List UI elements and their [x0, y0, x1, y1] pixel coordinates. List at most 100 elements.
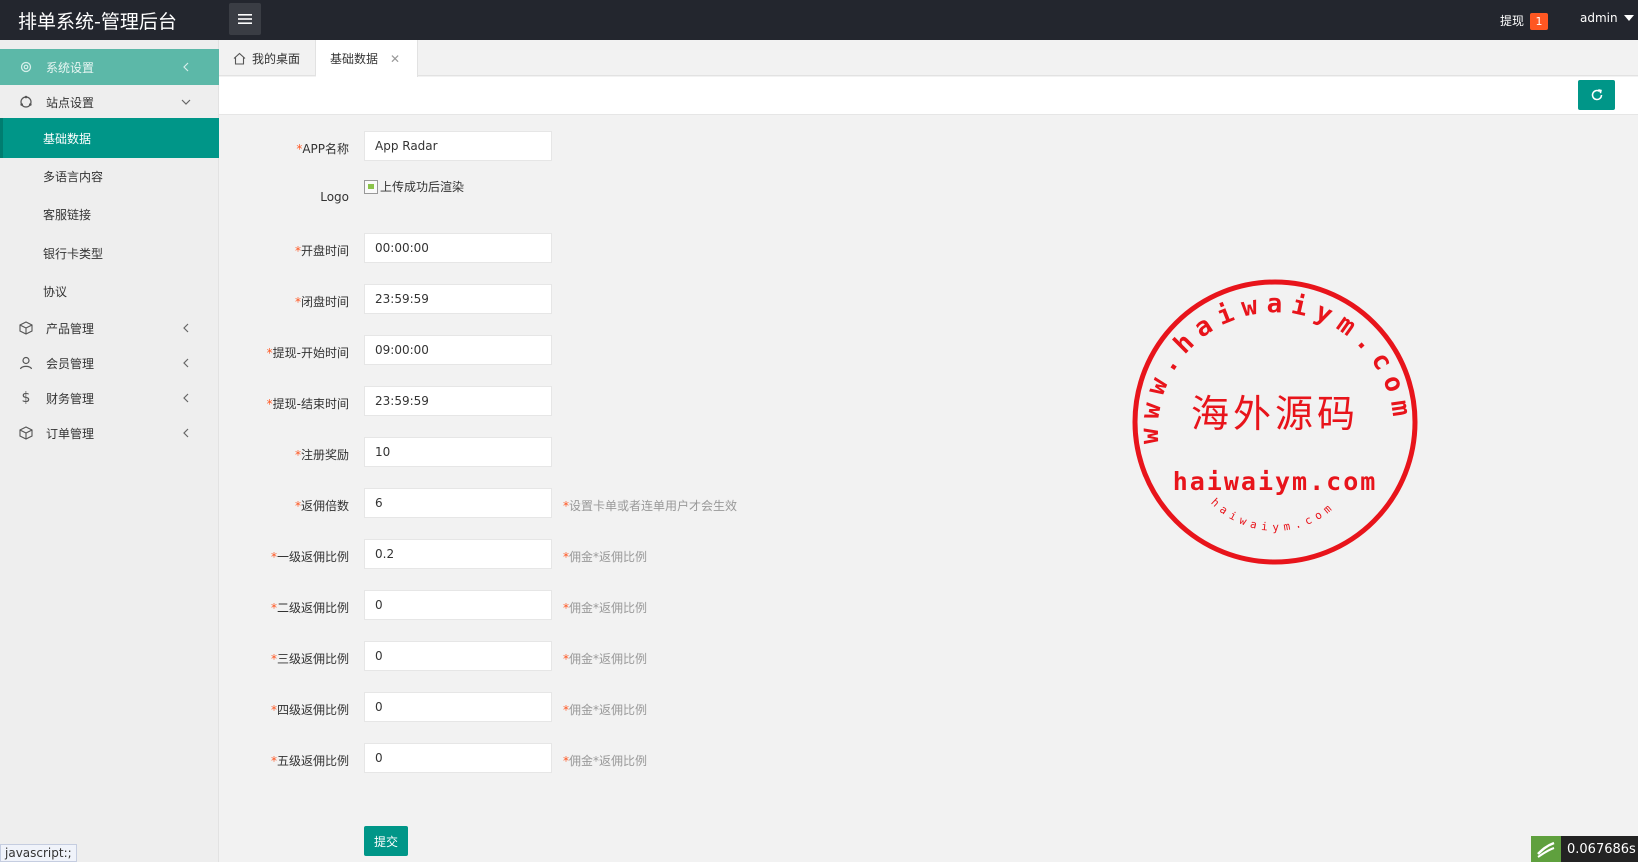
field-label: *返佣倍数 — [294, 499, 349, 513]
sidebar-item-finance[interactable]: $ 财务管理 — [0, 380, 219, 416]
sidebar-item-members[interactable]: 会员管理 — [0, 345, 219, 381]
form-row: *提现-开始时间 — [219, 335, 1019, 365]
chevron-down-icon — [181, 99, 191, 105]
tab-label: 基础数据 — [330, 52, 379, 66]
level2-ratio-input[interactable] — [364, 590, 552, 620]
level3-ratio-input[interactable] — [364, 641, 552, 671]
sidebar-subitem-multilang[interactable]: 多语言内容 — [0, 156, 219, 196]
thinkphp-logo-icon[interactable] — [1531, 836, 1561, 862]
sidebar-subitem-label: 基础数据 — [43, 131, 92, 146]
form-row: *三级返佣比例 *佣金*返佣比例 — [219, 641, 1019, 671]
app-title: 排单系统-管理后台 — [18, 11, 177, 33]
chevron-left-icon — [183, 323, 189, 333]
refresh-button[interactable] — [1578, 80, 1615, 110]
field-hint: *佣金*返佣比例 — [563, 652, 648, 666]
sidebar-item-label: 会员管理 — [46, 356, 95, 371]
sidebar-item-label: 财务管理 — [46, 391, 95, 406]
menu-toggle-button[interactable] — [229, 3, 261, 35]
box-icon — [18, 320, 34, 336]
sidebar-subitem-label: 协议 — [43, 284, 68, 299]
chevron-left-icon — [183, 358, 189, 368]
form-row: *闭盘时间 — [219, 284, 1019, 314]
timer-value: 0.067686s — [1567, 841, 1636, 857]
sidebar-subitem-agreement[interactable]: 协议 — [0, 271, 219, 311]
field-label: *三级返佣比例 — [270, 652, 349, 666]
withdraw-count-badge: 1 — [1530, 13, 1549, 30]
site-icon — [18, 94, 34, 110]
app-name-input[interactable] — [364, 131, 552, 161]
tab-my-desktop[interactable]: 我的桌面 — [219, 40, 316, 76]
level4-ratio-input[interactable] — [364, 692, 552, 722]
tab-basic-data[interactable]: 基础数据 ✕ — [316, 40, 418, 77]
sidebar: 系统设置 站点设置 基础数据 多语言内容 客服链接 银行卡类型 协议 产品管理 … — [0, 40, 219, 862]
register-reward-input[interactable] — [364, 437, 552, 467]
menu-icon — [238, 14, 252, 24]
watermark-inner-ring-text: haiwaiym.com — [1208, 496, 1338, 534]
form-row-logo: Logo 上传成功后渲染 — [219, 178, 1019, 208]
form-row: *开盘时间 — [219, 233, 1019, 263]
sidebar-item-system-settings[interactable]: 系统设置 — [0, 49, 219, 85]
gear-icon — [18, 59, 34, 75]
form-row: *提现-结束时间 — [219, 386, 1019, 416]
user-menu[interactable]: admin — [1580, 11, 1634, 25]
sidebar-item-label: 系统设置 — [46, 60, 95, 75]
form-row: *五级返佣比例 *佣金*返佣比例 — [219, 743, 1019, 773]
sidebar-subitem-label: 客服链接 — [43, 207, 92, 222]
withdraw-notice[interactable]: 提现 1 — [1500, 11, 1549, 30]
page-timer: 0.067686s — [1531, 836, 1638, 862]
withdraw-end-input[interactable] — [364, 386, 552, 416]
withdraw-start-input[interactable] — [364, 335, 552, 365]
field-hint: *佣金*返佣比例 — [563, 754, 648, 768]
field-label: *开盘时间 — [294, 244, 349, 258]
logo-image[interactable]: 上传成功后渲染 — [364, 178, 464, 195]
order-icon — [18, 425, 34, 441]
open-time-input[interactable] — [364, 233, 552, 263]
field-hint: *佣金*返佣比例 — [563, 601, 648, 615]
level1-ratio-input[interactable] — [364, 539, 552, 569]
settings-form: *APP名称 Logo 上传成功后渲染 *开盘时间 *闭盘时间 *提现-开始时间… — [219, 116, 1638, 862]
chevron-left-icon — [183, 393, 189, 403]
home-icon — [233, 52, 246, 65]
field-label: *APP名称 — [296, 142, 349, 156]
form-row: *APP名称 — [219, 131, 1019, 161]
form-row: *一级返佣比例 *佣金*返佣比例 — [219, 539, 1019, 569]
sidebar-subitem-bank-card-type[interactable]: 银行卡类型 — [0, 233, 219, 273]
sidebar-item-site-settings[interactable]: 站点设置 — [0, 84, 219, 120]
field-label: *提现-开始时间 — [266, 346, 349, 360]
sidebar-subitem-basic-data[interactable]: 基础数据 — [0, 118, 219, 158]
field-label: Logo — [320, 190, 349, 204]
tab-label: 我的桌面 — [252, 51, 301, 66]
field-label: *注册奖励 — [294, 448, 349, 462]
broken-image-icon — [364, 179, 378, 194]
commission-multiplier-input[interactable] — [364, 488, 552, 518]
dollar-icon: $ — [21, 390, 31, 406]
user-name: admin — [1580, 11, 1618, 25]
field-label: *闭盘时间 — [294, 295, 349, 309]
level5-ratio-input[interactable] — [364, 743, 552, 773]
field-hint: *佣金*返佣比例 — [563, 550, 648, 564]
watermark-center-text: 海外源码 — [1191, 392, 1359, 436]
watermark-stamp: www.haiwaiym.com 海外源码 haiwaiym.com haiwa… — [1132, 279, 1418, 565]
withdraw-label: 提现 — [1500, 14, 1525, 28]
field-hint: *设置卡单或者连单用户才会生效 — [563, 499, 738, 513]
page-toolbar — [219, 77, 1638, 115]
browser-status-url: javascript:; — [0, 844, 77, 862]
form-row: *二级返佣比例 *佣金*返佣比例 — [219, 590, 1019, 620]
close-time-input[interactable] — [364, 284, 552, 314]
submit-button[interactable]: 提交 — [364, 826, 408, 856]
top-header: 排单系统-管理后台 提现 1 admin — [0, 0, 1638, 40]
field-label: *一级返佣比例 — [270, 550, 349, 564]
user-icon — [18, 355, 34, 371]
form-row: *返佣倍数 *设置卡单或者连单用户才会生效 — [219, 488, 1019, 518]
close-icon[interactable]: ✕ — [390, 52, 400, 66]
field-hint: *佣金*返佣比例 — [563, 703, 648, 717]
sidebar-item-products[interactable]: 产品管理 — [0, 310, 219, 346]
sidebar-subitem-label: 银行卡类型 — [43, 246, 104, 261]
sidebar-item-orders[interactable]: 订单管理 — [0, 415, 219, 451]
watermark-domain-text: haiwaiym.com — [1173, 467, 1378, 496]
sidebar-subitem-service-link[interactable]: 客服链接 — [0, 194, 219, 234]
form-row: *注册奖励 — [219, 437, 1019, 467]
caret-down-icon — [1623, 15, 1634, 21]
tab-bar: 我的桌面 基础数据 ✕ — [219, 40, 1638, 77]
form-row: *四级返佣比例 *佣金*返佣比例 — [219, 692, 1019, 722]
